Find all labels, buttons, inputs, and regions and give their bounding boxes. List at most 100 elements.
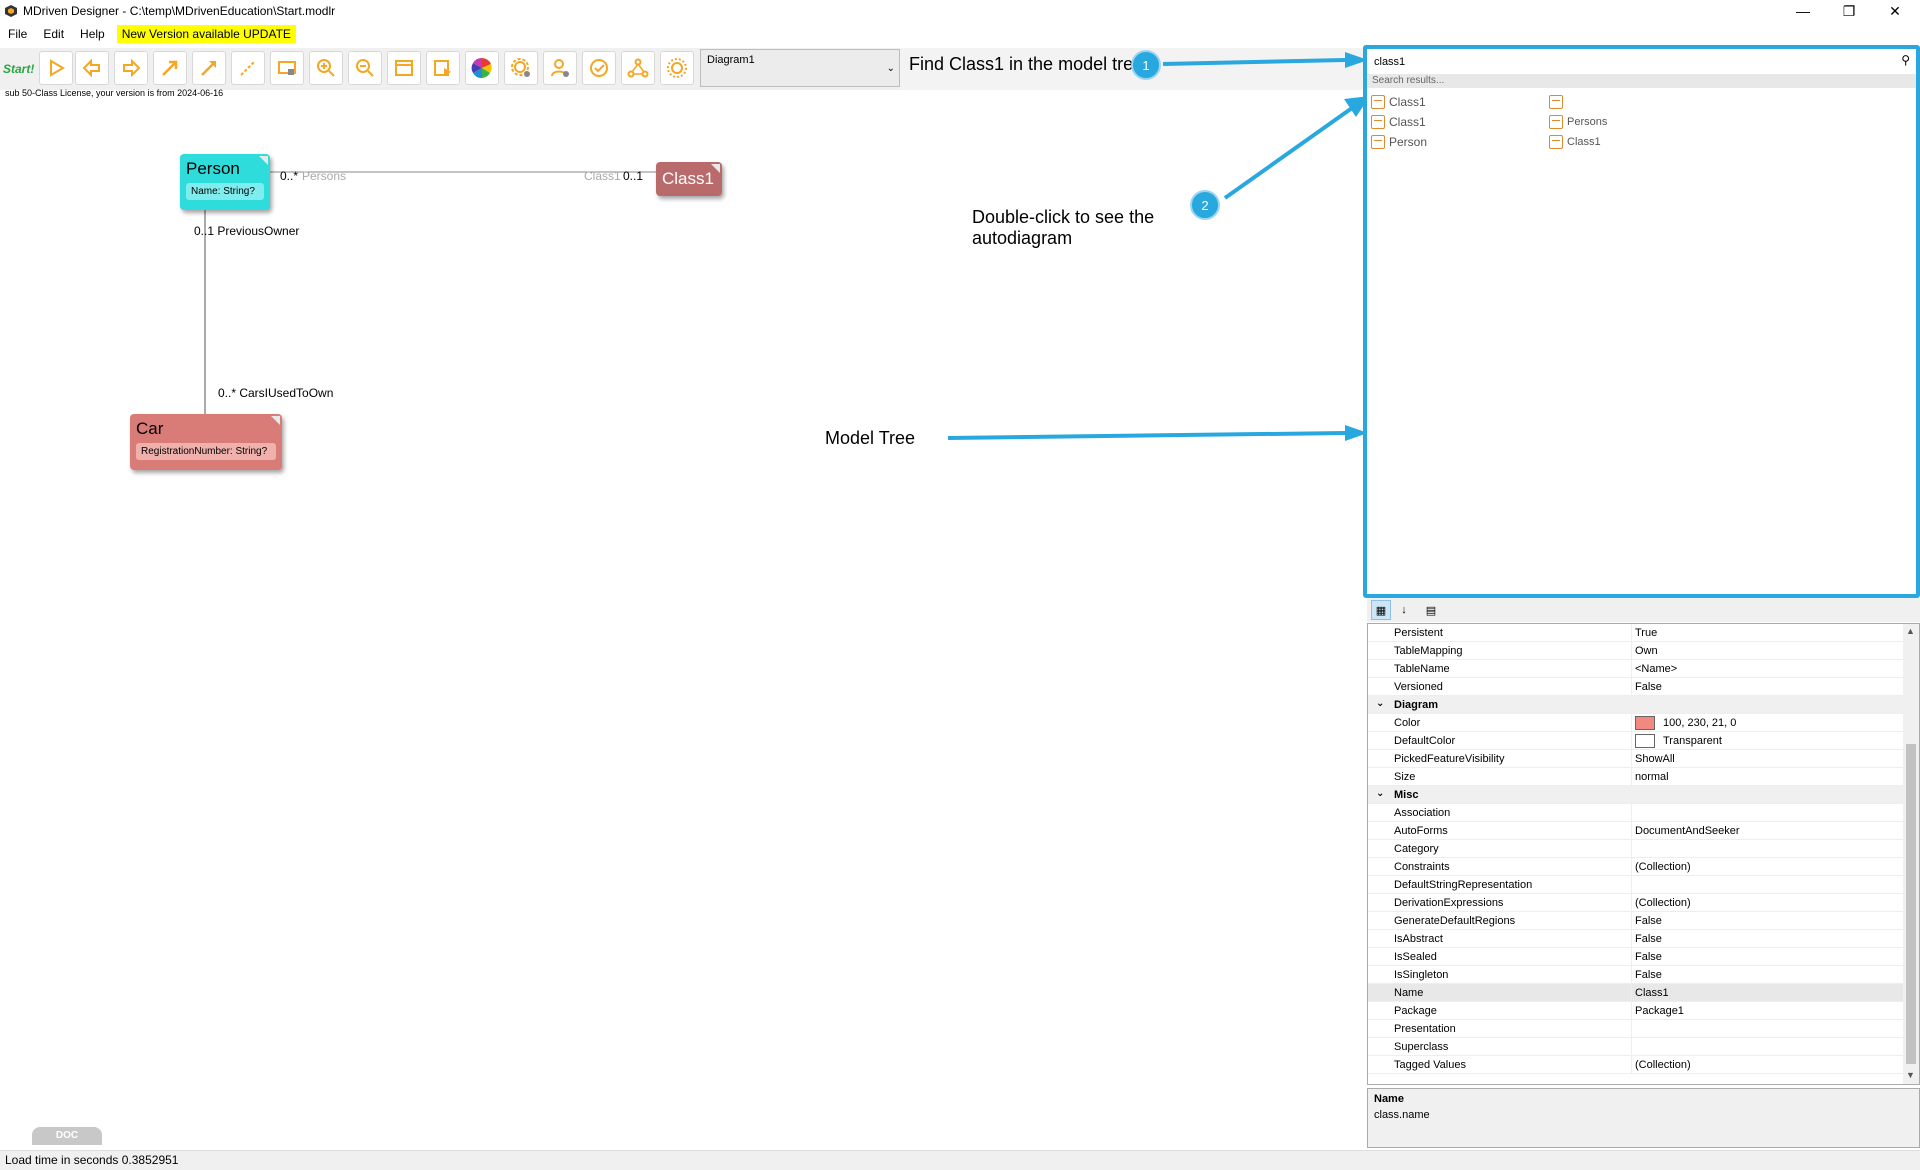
property-value[interactable]: Package1 [1635, 1005, 1684, 1017]
property-row[interactable]: Persistent True [1368, 624, 1903, 642]
user-tool[interactable] [543, 51, 577, 85]
property-row[interactable]: Superclass [1368, 1038, 1903, 1056]
property-value[interactable]: False [1635, 915, 1662, 927]
scrollbar-thumb[interactable] [1906, 744, 1916, 1064]
network-tool[interactable] [621, 51, 655, 85]
role-cars-used-to-own[interactable]: 0..* CarsIUsedToOwn [218, 386, 333, 400]
tree-item[interactable]: Class1 [1371, 92, 1427, 112]
diagram-canvas[interactable]: Person Name: String? Class1 Car Registra… [0, 100, 1365, 1145]
forward-tool[interactable] [114, 51, 148, 85]
tree-item[interactable]: Class1 [1371, 112, 1427, 132]
menu-help[interactable]: Help [72, 24, 113, 44]
inherit-arrow-icon [201, 61, 216, 76]
property-value[interactable]: True [1635, 627, 1657, 639]
tree-item[interactable]: Persons [1549, 112, 1607, 132]
property-category[interactable]: ⌄ Misc [1368, 786, 1903, 804]
validate-tool[interactable] [582, 51, 616, 85]
property-row[interactable]: Presentation [1368, 1020, 1903, 1038]
property-row[interactable]: IsSealed False [1368, 948, 1903, 966]
spinner-tool[interactable] [660, 51, 694, 85]
back-tool[interactable] [75, 51, 109, 85]
minimize-button[interactable]: — [1780, 0, 1826, 22]
chevron-down-icon[interactable]: ⌄ [1376, 698, 1384, 709]
class-person[interactable]: Person Name: String? [180, 154, 270, 210]
association-tool[interactable] [153, 51, 187, 85]
search-icon[interactable]: ⚲ [1901, 53, 1910, 67]
property-row[interactable]: Constraints (Collection) [1368, 858, 1903, 876]
tree-item[interactable]: Person [1371, 132, 1427, 152]
class-class1[interactable]: Class1 [656, 162, 722, 196]
property-row[interactable]: DefaultColor Transparent [1368, 732, 1903, 750]
property-row[interactable]: DerivationExpressions (Collection) [1368, 894, 1903, 912]
role-persons[interactable]: Persons [302, 169, 346, 183]
tree-search-input[interactable]: class1 [1371, 53, 1911, 71]
chevron-down-icon[interactable]: ⌄ [1376, 788, 1384, 799]
property-row[interactable]: Category [1368, 840, 1903, 858]
dependency-tool[interactable] [231, 51, 265, 85]
property-row[interactable]: Association [1368, 804, 1903, 822]
property-value[interactable]: (Collection) [1635, 1059, 1691, 1071]
property-value[interactable]: (Collection) [1635, 861, 1691, 873]
property-value[interactable]: False [1635, 951, 1662, 963]
property-scrollbar[interactable]: ▲ ▼ [1903, 624, 1919, 1084]
scroll-down-icon[interactable]: ▼ [1906, 1070, 1915, 1080]
close-button[interactable]: ✕ [1872, 0, 1918, 22]
menu-edit[interactable]: Edit [35, 24, 72, 44]
property-row[interactable]: TableName <Name> [1368, 660, 1903, 678]
property-category[interactable]: ⌄ Diagram [1368, 696, 1903, 714]
property-divider [1631, 984, 1632, 1002]
generalization-tool[interactable] [192, 51, 226, 85]
menu-file[interactable]: File [0, 24, 35, 44]
property-row[interactable]: TableMapping Own [1368, 642, 1903, 660]
property-value[interactable]: <Name> [1635, 663, 1677, 675]
property-row[interactable]: AutoForms DocumentAndSeeker [1368, 822, 1903, 840]
property-pages-button[interactable]: ▤ [1421, 600, 1441, 620]
categorized-view-button[interactable]: ▦ [1371, 600, 1391, 620]
property-row[interactable]: DefaultStringRepresentation [1368, 876, 1903, 894]
restore-button[interactable]: ❐ [1826, 0, 1872, 22]
property-divider [1631, 678, 1632, 696]
view-tool[interactable] [270, 51, 304, 85]
zoom-out-tool[interactable] [348, 51, 382, 85]
property-value[interactable]: Own [1635, 645, 1658, 657]
color-tool[interactable] [465, 51, 499, 85]
class-car[interactable]: Car RegistrationNumber: String? [130, 414, 282, 470]
scroll-up-icon[interactable]: ▲ [1906, 626, 1915, 636]
property-value[interactable]: False [1635, 933, 1662, 945]
property-value[interactable]: ShowAll [1635, 753, 1675, 765]
property-row[interactable]: Versioned False [1368, 678, 1903, 696]
property-row[interactable]: IsSingleton False [1368, 966, 1903, 984]
property-value[interactable]: Class1 [1635, 987, 1669, 999]
property-row[interactable]: IsAbstract False [1368, 930, 1903, 948]
property-value[interactable]: 100, 230, 21, 0 [1663, 717, 1736, 729]
form-tool[interactable] [426, 51, 460, 85]
property-divider [1631, 624, 1632, 642]
property-value[interactable]: (Collection) [1635, 897, 1691, 909]
property-row[interactable]: Color 100, 230, 21, 0 [1368, 714, 1903, 732]
property-row[interactable]: PickedFeatureVisibility ShowAll [1368, 750, 1903, 768]
property-row[interactable]: Size normal [1368, 768, 1903, 786]
role-class1[interactable]: Class1 [584, 169, 621, 183]
tree-item[interactable]: Class1 [1549, 132, 1607, 152]
role-class1-multiplicity: 0..1 [623, 169, 644, 183]
property-row[interactable]: Tagged Values (Collection) [1368, 1056, 1903, 1074]
property-row[interactable]: GenerateDefaultRegions False [1368, 912, 1903, 930]
property-row[interactable]: Package Package1 [1368, 1002, 1903, 1020]
diagram-select[interactable]: Diagram1 ⌄ [700, 49, 900, 87]
property-value[interactable]: False [1635, 681, 1662, 693]
calendar-tool[interactable] [387, 51, 421, 85]
role-previous-owner[interactable]: 0..1 PreviousOwner [194, 224, 299, 238]
property-value[interactable]: normal [1635, 771, 1669, 783]
zoom-in-tool[interactable] [309, 51, 343, 85]
property-value[interactable]: DocumentAndSeeker [1635, 825, 1740, 837]
tree-item[interactable] [1549, 92, 1607, 112]
settings-tool[interactable] [504, 51, 538, 85]
start-button[interactable]: Start! [3, 58, 37, 80]
property-value[interactable]: False [1635, 969, 1662, 981]
play-tool[interactable] [39, 51, 73, 85]
property-row[interactable]: Name Class1 [1368, 984, 1903, 1002]
alphabetical-sort-button[interactable]: ↓ [1394, 600, 1414, 620]
update-available-button[interactable]: New Version available UPDATE [116, 25, 296, 43]
property-value[interactable]: Transparent [1663, 735, 1722, 747]
doc-tab[interactable]: DOC [32, 1127, 102, 1145]
